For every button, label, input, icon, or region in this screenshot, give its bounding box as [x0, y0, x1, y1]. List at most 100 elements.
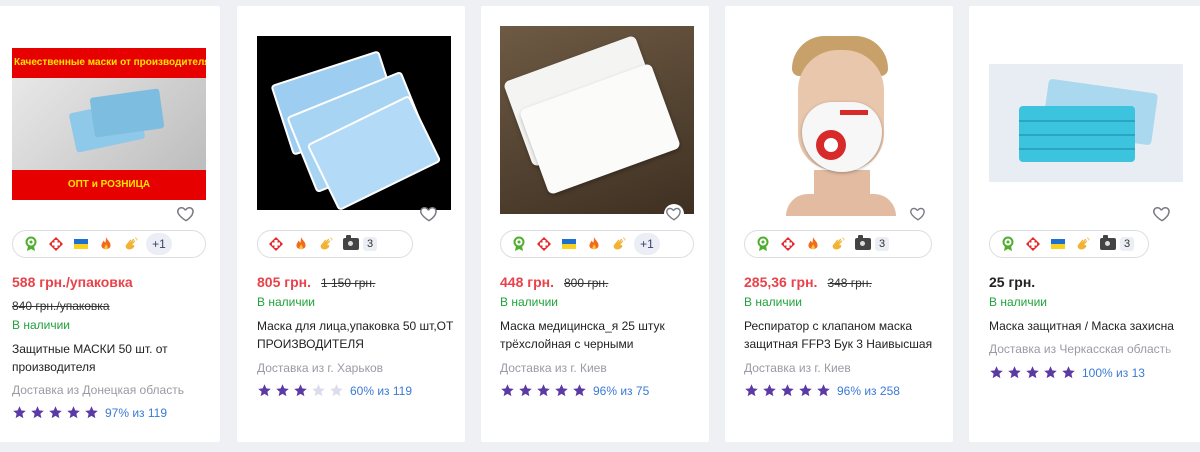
product-title[interactable]: Защитные МАСКИ 50 шт. от производителя	[12, 340, 212, 376]
star-filled-icon	[276, 384, 289, 397]
stars	[12, 405, 99, 420]
star-filled-icon	[1062, 366, 1075, 379]
price: 285,36 грн.	[744, 274, 818, 290]
star-filled-icon	[13, 406, 26, 419]
more-badges-button[interactable]: +1	[634, 233, 660, 255]
availability: В наличии	[744, 295, 803, 309]
fire-icon[interactable]	[94, 232, 118, 256]
product-card-5[interactable]: 3 25 грн. В наличии Маска защитная / Мас…	[969, 6, 1200, 442]
fire-icon[interactable]	[801, 232, 825, 256]
star-filled-icon	[799, 384, 812, 397]
clapping-hands-icon[interactable]	[119, 232, 143, 256]
pharmacy-cross-icon[interactable]	[776, 232, 800, 256]
rating[interactable]: 96% из 258	[744, 383, 900, 398]
medal-icon[interactable]	[19, 232, 43, 256]
product-image[interactable]	[257, 36, 451, 210]
badges-bar: 3	[989, 230, 1149, 258]
rating[interactable]: 60% из 119	[257, 383, 412, 398]
product-card-1[interactable]: Качественные маски от производителя ОПТ …	[0, 6, 220, 442]
clapping-hands-icon[interactable]	[607, 232, 631, 256]
medal-icon[interactable]	[996, 232, 1020, 256]
product-title[interactable]: Маска защитная / Маска захисна	[989, 317, 1189, 335]
product-image[interactable]	[744, 26, 938, 216]
rating[interactable]: 97% из 119	[12, 405, 167, 420]
shipping-info: Доставка из г. Киев	[500, 361, 607, 375]
favorite-heart-icon[interactable]	[664, 204, 684, 224]
badges-bar: 3	[257, 230, 413, 258]
rating[interactable]: 96% из 75	[500, 383, 649, 398]
product-image[interactable]	[989, 64, 1183, 182]
medal-icon[interactable]	[507, 232, 531, 256]
star-empty-icon	[330, 384, 343, 397]
clapping-hands-icon[interactable]	[826, 232, 850, 256]
product-image[interactable]: Качественные маски от производителя ОПТ …	[12, 48, 206, 200]
rating-text[interactable]: 96% из 258	[837, 384, 900, 398]
favorite-heart-icon[interactable]	[419, 204, 439, 224]
fire-icon[interactable]	[289, 232, 313, 256]
price: 25 грн.	[989, 274, 1036, 290]
rating-text[interactable]: 96% из 75	[593, 384, 649, 398]
pharmacy-cross-icon[interactable]	[264, 232, 288, 256]
ukraine-flag-icon[interactable]	[557, 232, 581, 256]
star-filled-icon	[67, 406, 80, 419]
badges-bar: 3	[744, 230, 932, 258]
price: 588 грн./упаковка	[12, 274, 133, 290]
rating-text[interactable]: 60% из 119	[350, 384, 412, 398]
star-filled-icon	[1008, 366, 1021, 379]
star-filled-icon	[85, 406, 98, 419]
shipping-info: Доставка из г. Киев	[744, 361, 851, 375]
camera-icon	[343, 235, 359, 250]
star-filled-icon	[817, 384, 830, 397]
favorite-heart-icon[interactable]	[1152, 204, 1172, 224]
camera-icon	[1100, 235, 1116, 250]
rating[interactable]: 100% из 13	[989, 365, 1145, 380]
clapping-hands-icon[interactable]	[314, 232, 338, 256]
ukraine-flag-icon[interactable]	[1046, 232, 1070, 256]
ukraine-flag-icon[interactable]	[69, 232, 93, 256]
shipping-info: Доставка из Донецкая область	[12, 383, 184, 397]
star-filled-icon	[781, 384, 794, 397]
star-filled-icon	[294, 384, 307, 397]
stars	[500, 383, 587, 398]
product-card-3[interactable]: +1 448 грн. 800 грн. В наличии Маска меди…	[481, 6, 709, 442]
star-filled-icon	[501, 384, 514, 397]
pharmacy-cross-icon[interactable]	[1021, 232, 1045, 256]
badges-bar: +1	[12, 230, 206, 258]
pharmacy-cross-icon[interactable]	[44, 232, 68, 256]
stars	[989, 365, 1076, 380]
more-badges-button[interactable]: +1	[146, 233, 172, 255]
product-card-2[interactable]: 3 805 грн. 1 150 грн. В наличии Маска для…	[237, 6, 465, 442]
photo-reviews-count[interactable]: 3	[343, 235, 378, 251]
favorite-heart-icon[interactable]	[908, 204, 928, 224]
product-image[interactable]	[500, 26, 694, 214]
star-filled-icon	[745, 384, 758, 397]
star-filled-icon	[573, 384, 586, 397]
product-card-4[interactable]: 3 285,36 грн. 348 грн. В наличии Респират…	[725, 6, 953, 442]
product-title[interactable]: Респиратор с клапаном маска защитная FFP…	[744, 317, 944, 353]
old-price: 1 150 грн.	[320, 276, 376, 290]
camera-icon	[855, 235, 871, 250]
stars	[744, 383, 831, 398]
rating-text[interactable]: 97% из 119	[105, 406, 167, 420]
shipping-info: Доставка из Черкасская область	[989, 342, 1172, 356]
product-title[interactable]: Маска медицинска_я 25 штук трёхслойная с…	[500, 317, 700, 353]
star-empty-icon	[312, 384, 325, 397]
rating-text[interactable]: 100% из 13	[1082, 366, 1145, 380]
pharmacy-cross-icon[interactable]	[532, 232, 556, 256]
product-title[interactable]: Маска для лица,упаковка 50 шт,ОТ ПРОИЗВО…	[257, 317, 455, 353]
medal-icon[interactable]	[751, 232, 775, 256]
favorite-heart-icon[interactable]	[176, 204, 196, 224]
photo-reviews-count[interactable]: 3	[855, 235, 890, 251]
availability: В наличии	[12, 318, 71, 332]
star-filled-icon	[1026, 366, 1039, 379]
old-price: 800 грн.	[563, 276, 609, 290]
price: 448 грн.	[500, 274, 554, 290]
photo-count: 3	[1120, 237, 1135, 251]
stars	[257, 383, 344, 398]
photo-count: 3	[363, 237, 378, 251]
old-price: 840 грн./упаковка	[12, 299, 110, 313]
old-price: 348 грн.	[827, 276, 872, 290]
fire-icon[interactable]	[582, 232, 606, 256]
photo-reviews-count[interactable]: 3	[1100, 235, 1135, 251]
clapping-hands-icon[interactable]	[1071, 232, 1095, 256]
